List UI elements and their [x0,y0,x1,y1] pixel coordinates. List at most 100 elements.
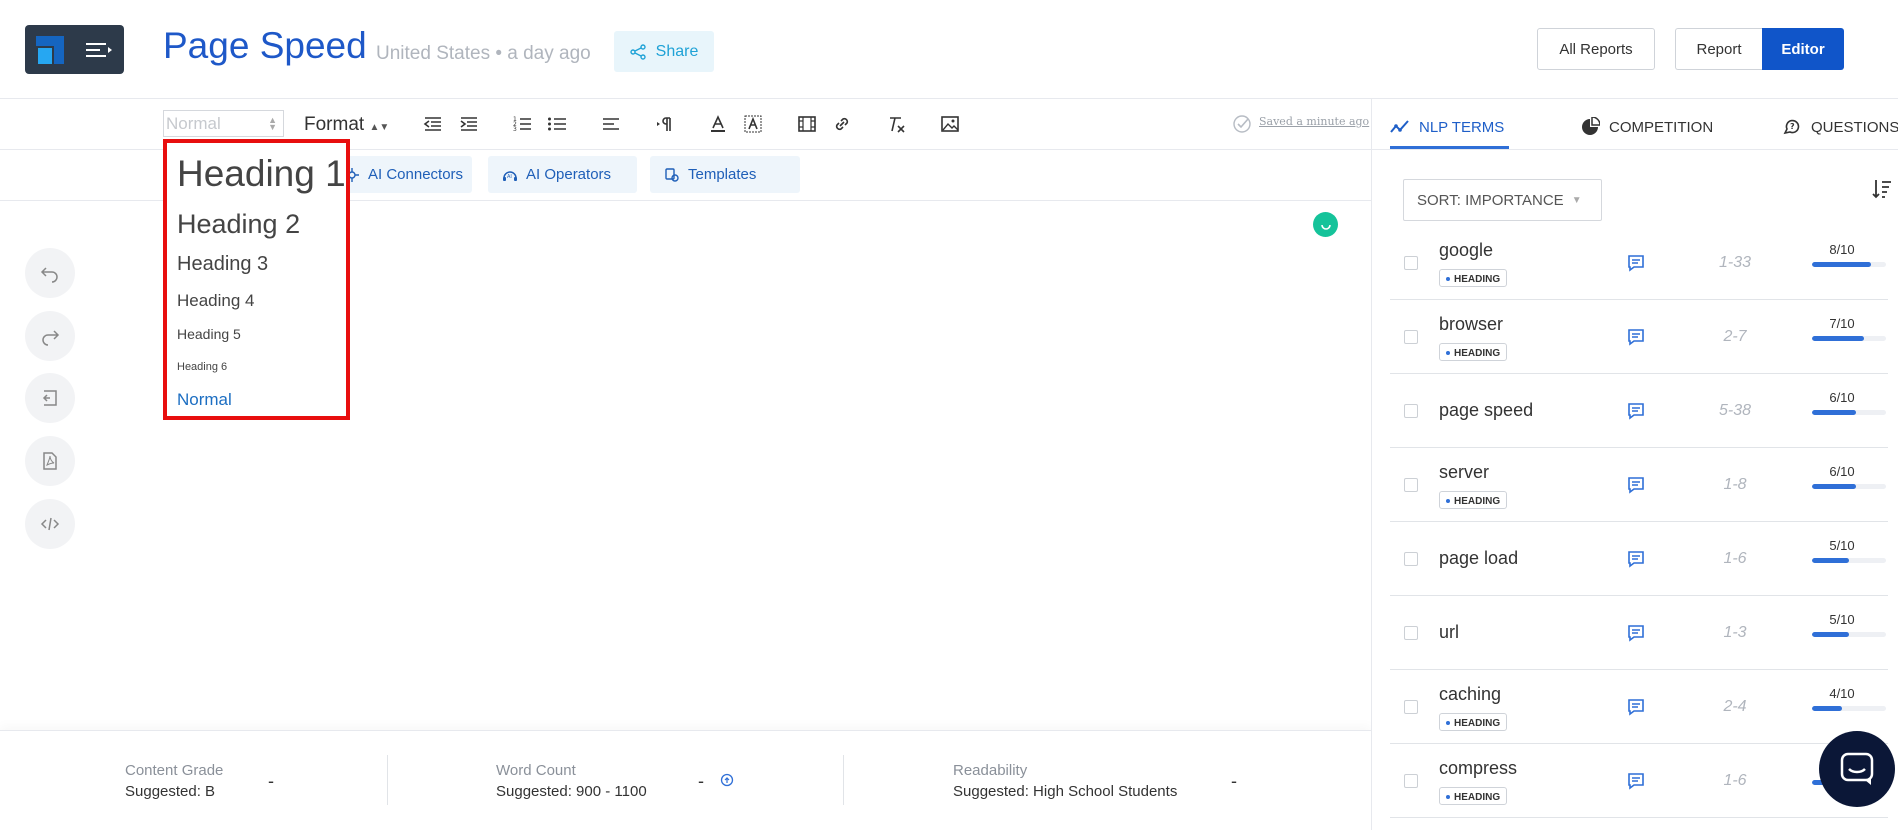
redo-button[interactable] [25,311,75,361]
term-checkbox[interactable] [1404,700,1418,714]
option-heading-3[interactable]: Heading 3 [177,253,268,276]
term-range: 2-7 [1723,328,1747,345]
term-row[interactable]: caching HEADING 2-4 4/10 [1390,670,1888,744]
align-left-icon[interactable] [600,113,622,135]
trend-icon [1390,120,1409,133]
svg-text:?: ? [1790,122,1795,131]
embed-media-icon[interactable] [796,113,818,135]
option-heading-5[interactable]: Heading 5 [177,326,241,342]
block-format-select[interactable]: Normal ▲ ▼ [163,110,284,137]
ai-operators-button[interactable]: AI AI Operators [488,156,637,193]
indent-icon[interactable] [458,113,480,135]
word-count-info-icon[interactable] [720,773,734,787]
tab-questions-label: QUESTIONS [1811,118,1898,136]
comment-icon[interactable] [1626,549,1646,569]
logo-icon [36,35,64,64]
term-row[interactable]: compress HEADING 1-6 [1390,744,1888,818]
text-color-icon[interactable] [707,113,729,135]
term-checkbox[interactable] [1404,404,1418,418]
term-score-bar-fill [1812,706,1842,711]
term-checkbox[interactable] [1404,774,1418,788]
report-button[interactable]: Report [1675,28,1762,70]
comment-icon[interactable] [1626,475,1646,495]
content-grade-label: Content Grade [125,762,224,779]
content-grade-value: - [268,771,274,791]
tab-competition[interactable]: COMPETITION [1580,117,1713,137]
term-score-bar [1812,336,1886,341]
ordered-list-icon[interactable]: 123 [511,113,533,135]
badge-dot-icon [1446,351,1450,355]
header: Page Speed United States • a day ago Sha… [0,0,1898,99]
bullet-list-icon[interactable] [546,113,568,135]
term-score: 6/10 [1829,464,1855,479]
term-checkbox[interactable] [1404,552,1418,566]
term-row[interactable]: browser HEADING 2-7 7/10 [1390,300,1888,374]
undo-button[interactable] [25,248,75,298]
option-heading-2[interactable]: Heading 2 [177,209,300,240]
editor-button[interactable]: Editor [1762,28,1844,70]
all-reports-button[interactable]: All Reports [1537,28,1655,70]
term-range: 2-4 [1723,698,1747,715]
sort-select[interactable]: SORT: IMPORTANCE ▼ [1403,179,1602,221]
heading-badge: HEADING [1439,713,1508,731]
link-icon[interactable] [831,113,853,135]
term-row[interactable]: server HEADING 1-8 6/10 [1390,448,1888,522]
export-pdf-button[interactable] [25,436,75,486]
share-button[interactable]: Share [614,31,714,72]
term-name: server [1439,462,1490,482]
comment-icon[interactable] [1626,327,1646,347]
app-logo-menu[interactable] [25,25,124,74]
comment-icon[interactable] [1626,771,1646,791]
option-heading-4[interactable]: Heading 4 [177,291,255,311]
option-normal[interactable]: Normal [177,390,232,410]
heading-badge-label: HEADING [1454,273,1501,285]
readability-suggested: Suggested: High School Students [953,783,1178,800]
heading-badge: HEADING [1439,787,1508,805]
heading-badge-label: HEADING [1454,495,1501,507]
grammarly-icon[interactable] [1313,212,1338,237]
clear-format-icon[interactable] [885,113,907,135]
highlight-color-icon[interactable] [742,113,764,135]
comment-icon[interactable] [1626,253,1646,273]
tab-questions[interactable]: ? QUESTIONS [1782,117,1898,137]
ai-connectors-button[interactable]: AI Connectors [330,156,472,193]
term-name: url [1439,622,1460,642]
term-score-bar-fill [1812,262,1872,267]
image-icon[interactable] [939,113,961,135]
ai-connectors-label: AI Connectors [368,166,464,183]
heading-badge-label: HEADING [1454,791,1501,803]
html-source-button[interactable] [25,499,75,549]
term-row[interactable]: page speed 5-38 6/10 [1390,374,1888,448]
term-name: caching [1439,684,1502,704]
tab-nlp-terms[interactable]: NLP TERMS [1390,117,1504,137]
term-row[interactable]: google HEADING 1-33 8/10 [1390,226,1888,300]
term-checkbox[interactable] [1404,478,1418,492]
import-button[interactable] [25,373,75,423]
svg-text:3: 3 [513,126,517,133]
comment-icon[interactable] [1626,401,1646,421]
comment-icon[interactable] [1626,623,1646,643]
templates-button[interactable]: Templates [650,156,800,193]
paragraph-direction-icon[interactable] [654,113,676,135]
divider [1371,149,1898,150]
menu-icon[interactable] [86,41,112,59]
heading-dropdown: Heading 1 Heading 2 Heading 3 Heading 4 … [163,139,350,420]
option-heading-1[interactable]: Heading 1 [177,153,346,195]
heading-badge: HEADING [1439,269,1508,287]
term-score: 8/10 [1829,242,1855,257]
readability-value: - [1231,771,1237,791]
term-checkbox[interactable] [1404,330,1418,344]
tab-nlp-terms-label: NLP TERMS [1419,118,1505,136]
term-row[interactable]: url 1-3 5/10 [1390,596,1888,670]
option-heading-6[interactable]: Heading 6 [177,361,227,373]
term-name: google [1439,240,1494,260]
term-checkbox[interactable] [1404,626,1418,640]
comment-icon[interactable] [1626,697,1646,717]
sort-order-icon[interactable] [1871,178,1893,200]
term-row[interactable]: page load 1-6 5/10 [1390,522,1888,596]
divider [843,755,844,805]
chat-support-button[interactable] [1819,731,1895,807]
term-checkbox[interactable] [1404,256,1418,270]
format-menu[interactable]: Format ▲▼ [304,114,389,136]
outdent-icon[interactable] [422,113,444,135]
